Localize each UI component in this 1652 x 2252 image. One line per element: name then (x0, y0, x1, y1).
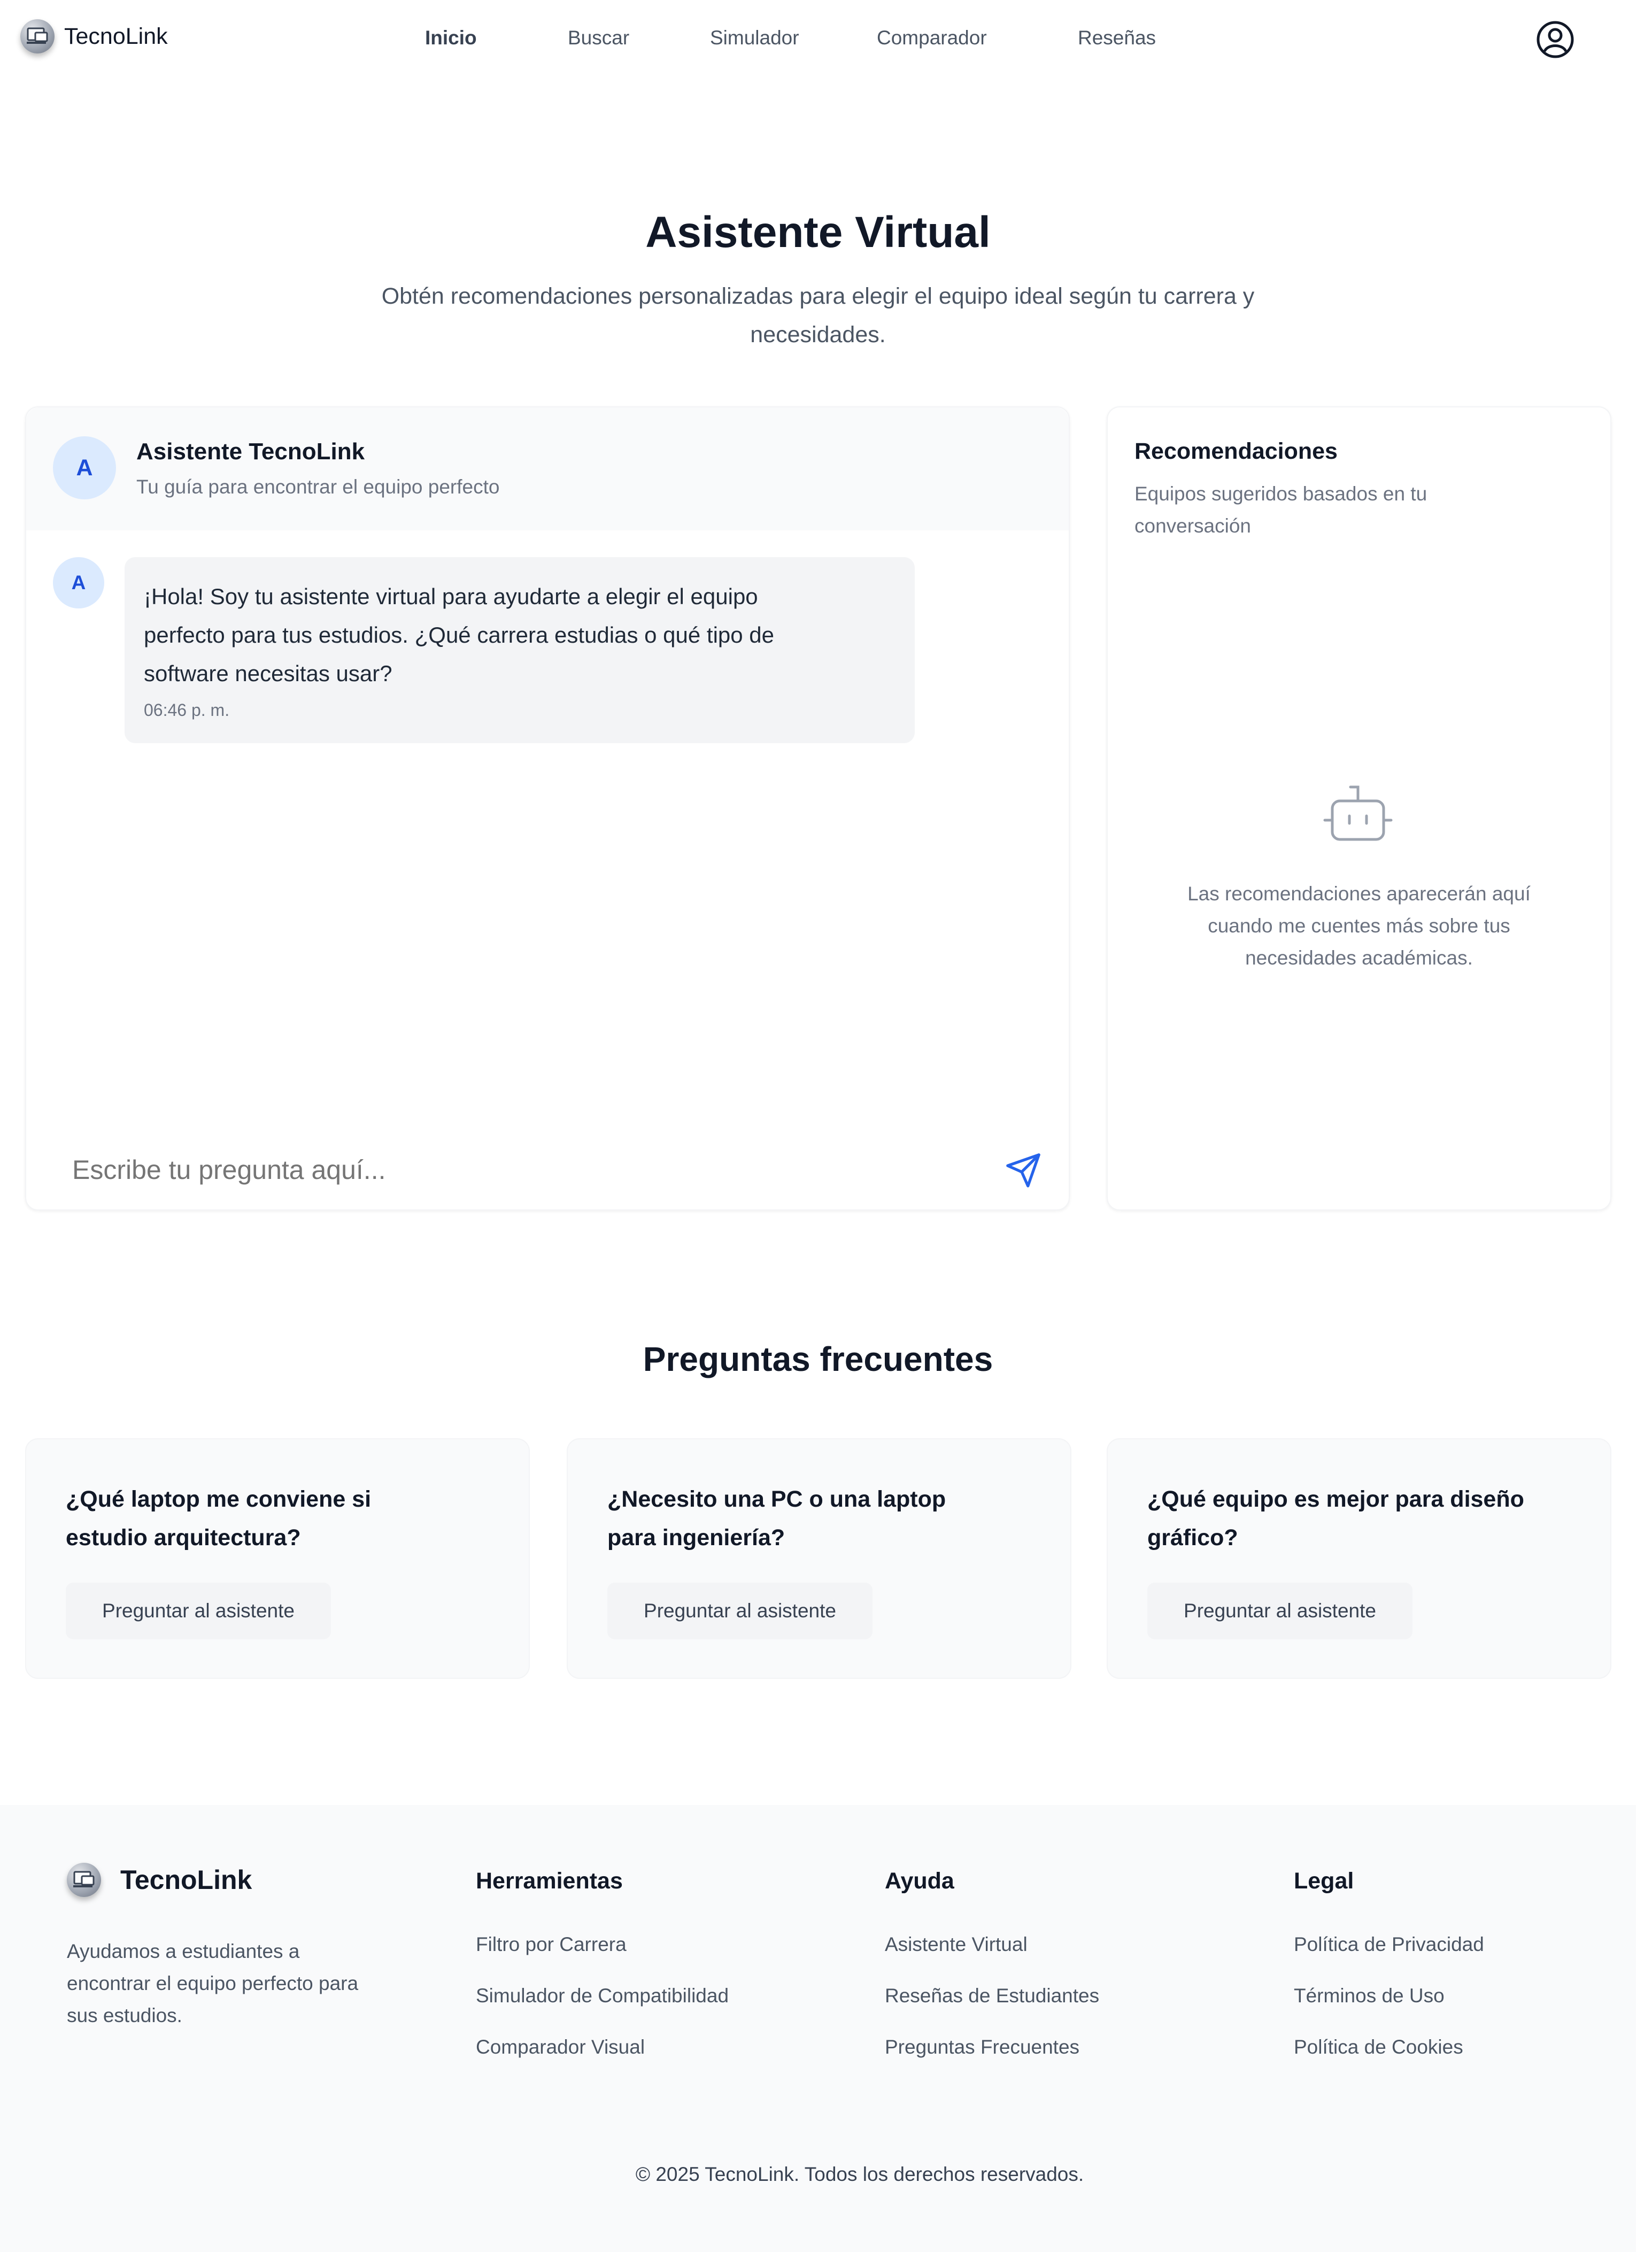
brand-logo[interactable]: TecnoLink (20, 19, 168, 53)
recommendations-subtitle-line1: Equipos sugeridos basados en tu (1134, 483, 1427, 505)
empty-text-line2: cuando me cuentes más sobre tus (1208, 915, 1510, 937)
footer-brand[interactable]: TecnoLink (67, 1863, 252, 1897)
bot-icon (1323, 782, 1393, 846)
nav-simulador[interactable]: Simulador (710, 27, 799, 49)
assistant-avatar: A (53, 436, 116, 499)
send-icon[interactable] (1005, 1152, 1042, 1189)
footer-column-tools: Herramientas Filtro por Carrera Simulado… (476, 1868, 729, 2058)
footer-link[interactable]: Filtro por Carrera (476, 1933, 627, 1956)
page-subtitle-line1: Obtén recomendaciones personalizadas par… (381, 283, 1255, 309)
ask-assistant-button[interactable]: Preguntar al asistente (66, 1583, 331, 1639)
nav-buscar[interactable]: Buscar (568, 27, 629, 49)
footer-link[interactable]: Términos de Uso (1294, 1985, 1445, 2007)
recommendations-empty-text: Las recomendaciones aparecerán aquí cuan… (1108, 878, 1610, 974)
footer-column-legal: Legal Política de Privacidad Términos de… (1294, 1868, 1484, 2058)
assistant-message-bubble: ¡Hola! Soy tu asistente virtual para ayu… (125, 557, 915, 743)
nav-comparador[interactable]: Comparador (877, 27, 987, 49)
assistant-tagline: Tu guía para encontrar el equipo perfect… (136, 476, 500, 498)
faq-question-line1: ¿Necesito una PC o una laptop (607, 1486, 946, 1512)
faq-card: ¿Qué equipo es mejor para diseño gráfico… (1107, 1438, 1611, 1679)
empty-text-line3: necesidades académicas. (1245, 947, 1473, 969)
brand-name: TecnoLink (64, 23, 168, 49)
message-text: ¡Hola! Soy tu asistente virtual para ayu… (144, 577, 774, 693)
footer-link[interactable]: Comparador Visual (476, 2036, 645, 2058)
chat-panel: A Asistente TecnoLink Tu guía para encon… (25, 406, 1070, 1210)
chat-input-bar (26, 1129, 1069, 1209)
ask-assistant-button[interactable]: Preguntar al asistente (607, 1583, 873, 1639)
footer-column-title: Ayuda (885, 1868, 954, 1894)
footer-column-title: Legal (1294, 1868, 1354, 1894)
recommendations-subtitle-line2: conversación (1134, 515, 1252, 537)
recommendations-title: Recomendaciones (1134, 438, 1338, 464)
footer-column-title: Herramientas (476, 1868, 623, 1894)
footer: TecnoLink Ayudamos a estudiantes a encon… (0, 1805, 1636, 2252)
footer-link[interactable]: Asistente Virtual (885, 1933, 1028, 1956)
ask-assistant-button[interactable]: Preguntar al asistente (1147, 1583, 1412, 1639)
faq-question: ¿Necesito una PC o una laptop para ingen… (607, 1480, 946, 1557)
footer-link[interactable]: Reseñas de Estudiantes (885, 1985, 1099, 2007)
page-title: Asistente Virtual (645, 208, 991, 257)
footer-link[interactable]: Preguntas Frecuentes (885, 2036, 1079, 2058)
page-subtitle: Obtén recomendaciones personalizadas par… (0, 277, 1636, 354)
message-timestamp: 06:46 p. m. (144, 700, 230, 720)
faq-question-line2: estudio arquitectura? (66, 1525, 301, 1551)
empty-text-line1: Las recomendaciones aparecerán aquí (1187, 883, 1531, 905)
footer-link[interactable]: Política de Cookies (1294, 2036, 1463, 2058)
assistant-name: Asistente TecnoLink (136, 438, 365, 465)
laptop-icon (67, 1863, 101, 1897)
footer-description-line1: Ayudamos a estudiantes a (67, 1940, 300, 1962)
footer-description-line3: sus estudios. (67, 2004, 182, 2026)
message-line-3: software necesitas usar? (144, 661, 392, 686)
footer-description-line2: encontrar el equipo perfecto para (67, 1972, 359, 1994)
chat-header: A Asistente TecnoLink Tu guía para encon… (26, 407, 1069, 530)
header: TecnoLink Inicio Buscar Simulador Compar… (0, 0, 1652, 80)
faq-question-line1: ¿Qué equipo es mejor para diseño (1147, 1486, 1524, 1512)
footer-brand-name: TecnoLink (120, 1865, 252, 1895)
footer-link[interactable]: Política de Privacidad (1294, 1933, 1484, 1956)
laptop-icon (20, 19, 55, 53)
faq-card: ¿Necesito una PC o una laptop para ingen… (567, 1438, 1071, 1679)
footer-description: Ayudamos a estudiantes a encontrar el eq… (67, 1935, 358, 2032)
message-line-2: perfecto para tus estudios. ¿Qué carrera… (144, 622, 775, 647)
faq-card: ¿Qué laptop me conviene si estudio arqui… (25, 1438, 530, 1679)
chat-messages: A ¡Hola! Soy tu asistente virtual para a… (26, 530, 1069, 1129)
nav-inicio[interactable]: Inicio (425, 27, 477, 49)
recommendations-panel: Recomendaciones Equipos sugeridos basado… (1107, 406, 1611, 1210)
recommendations-subtitle: Equipos sugeridos basados en tu conversa… (1134, 478, 1427, 542)
user-account-icon[interactable] (1536, 20, 1574, 59)
message-avatar: A (53, 557, 104, 608)
footer-column-help: Ayuda Asistente Virtual Reseñas de Estud… (885, 1868, 1099, 2058)
nav-resenas[interactable]: Reseñas (1078, 27, 1156, 49)
footer-link[interactable]: Simulador de Compatibilidad (476, 1985, 729, 2007)
faq-question: ¿Qué equipo es mejor para diseño gráfico… (1147, 1480, 1524, 1557)
chat-input[interactable] (71, 1145, 982, 1194)
faq-title: Preguntas frecuentes (643, 1340, 993, 1378)
faq-question-line1: ¿Qué laptop me conviene si (66, 1486, 372, 1512)
copyright: © 2025 TecnoLink. Todos los derechos res… (635, 2163, 1084, 2185)
page-subtitle-line2: necesidades. (750, 322, 886, 348)
faq-question: ¿Qué laptop me conviene si estudio arqui… (66, 1480, 371, 1557)
faq-question-line2: para ingeniería? (607, 1525, 785, 1551)
faq-question-line2: gráfico? (1147, 1525, 1238, 1551)
message-line-1: ¡Hola! Soy tu asistente virtual para ayu… (144, 584, 758, 609)
